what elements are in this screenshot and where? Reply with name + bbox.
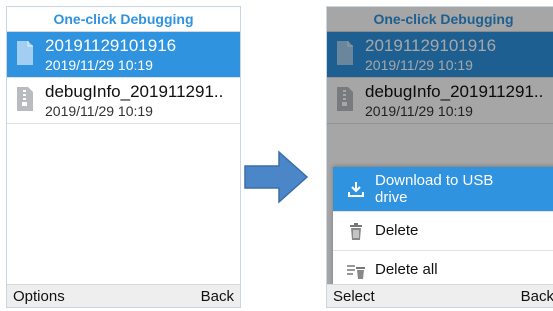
- back-softkey[interactable]: Back: [201, 288, 234, 305]
- trash-icon: [350, 223, 362, 240]
- back-softkey[interactable]: Back: [521, 288, 553, 305]
- right-arrow-icon: [244, 150, 309, 204]
- softkey-bar: Select Back: [327, 284, 553, 307]
- file-icon: [17, 41, 33, 65]
- menu-item-delete[interactable]: Delete: [333, 212, 553, 251]
- file-row-20191129101916[interactable]: 20191129101916 2019/11/29 10:19: [7, 32, 240, 78]
- softkey-bar: Options Back: [7, 284, 240, 307]
- zip-file-icon: [17, 87, 33, 111]
- delete-all-icon: [347, 265, 365, 279]
- file-name: 20191129101916: [45, 36, 177, 55]
- file-row-debuginfo[interactable]: debugInfo_201911291.. 2019/11/29 10:19: [7, 78, 240, 124]
- options-softkey[interactable]: Options: [13, 288, 65, 305]
- file-date: 2019/11/29 10:19: [45, 103, 153, 119]
- page-title: One-click Debugging: [7, 7, 240, 32]
- screen-after: One-click Debugging 20191129101916 2019/…: [326, 6, 553, 308]
- screen-before: One-click Debugging 20191129101916 2019/…: [6, 6, 241, 308]
- file-name: debugInfo_201911291..: [45, 82, 224, 101]
- download-icon: [348, 182, 364, 197]
- select-softkey[interactable]: Select: [333, 288, 375, 305]
- file-date: 2019/11/29 10:19: [45, 57, 153, 73]
- options-menu: Download to USB drive Delete Delete all: [333, 167, 553, 290]
- menu-item-download-usb[interactable]: Download to USB drive: [333, 167, 553, 212]
- menu-item-label: Delete all: [375, 261, 438, 278]
- menu-item-label: Download to USB drive: [375, 172, 494, 206]
- menu-item-label: Delete: [375, 222, 419, 239]
